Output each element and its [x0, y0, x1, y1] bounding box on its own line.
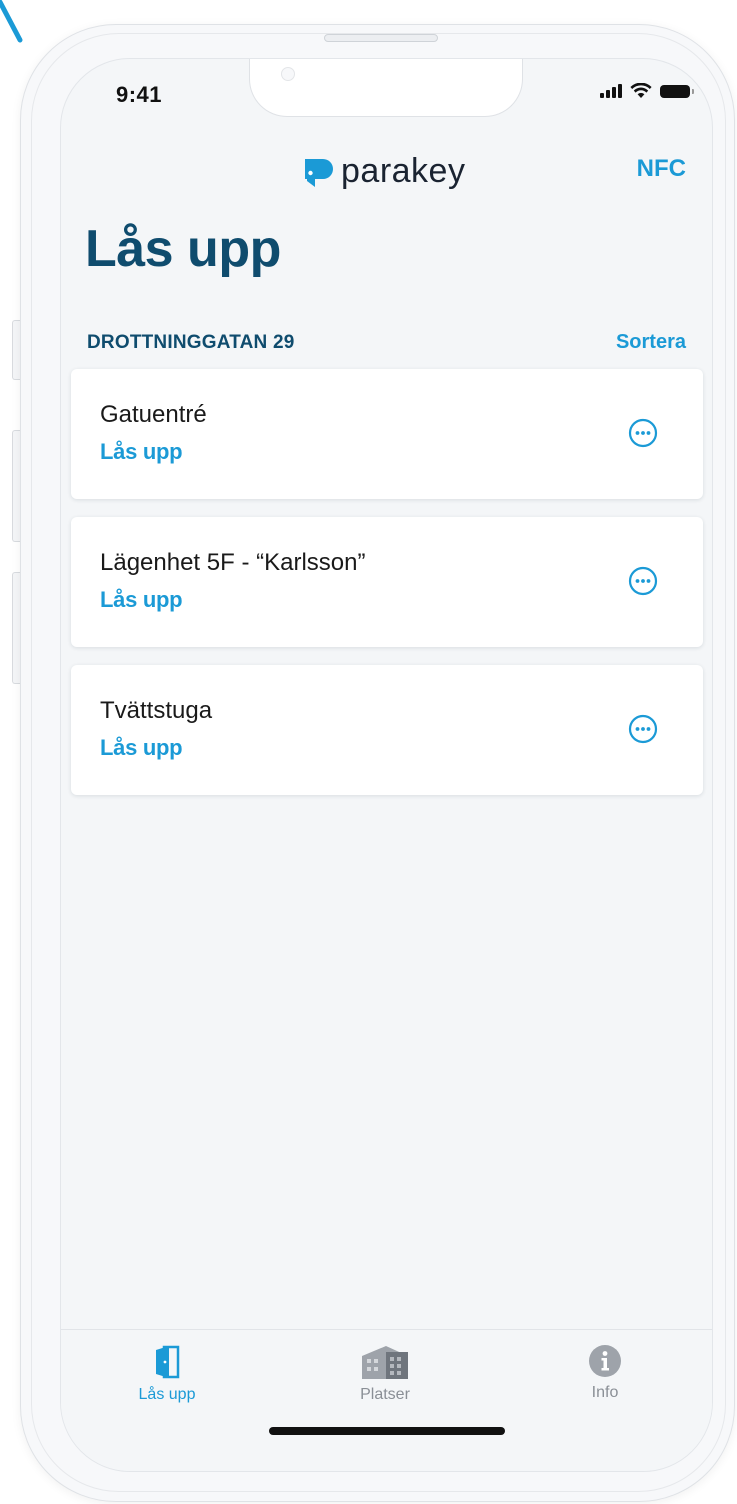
status-icons: [600, 83, 694, 99]
tab-label: Platser: [360, 1386, 410, 1403]
brand-logo: parakey: [301, 152, 465, 191]
door-name: Tvättstuga: [100, 697, 213, 724]
tab-platser[interactable]: Platser: [325, 1330, 445, 1430]
door-icon: [156, 1345, 180, 1379]
door-card-tvattstuga[interactable]: Tvättstuga Lås upp: [71, 665, 703, 795]
door-card-lagenhet[interactable]: Lägenhet 5F - “Karlsson” Lås upp: [71, 517, 703, 647]
page-title: Lås upp: [85, 220, 281, 278]
device-volume-up: [12, 430, 20, 542]
home-indicator: [269, 1427, 505, 1435]
notch: [249, 59, 523, 117]
decorative-stroke: [0, 0, 23, 43]
tab-label: Lås upp: [138, 1386, 196, 1403]
unlock-link[interactable]: Lås upp: [100, 439, 183, 465]
parakey-logo-icon: [305, 158, 333, 187]
door-name: Lägenhet 5F - “Karlsson”: [100, 549, 366, 576]
section-header: DROTTNINGGATAN 29 Sortera: [87, 331, 686, 354]
brand-name: parakey: [341, 152, 466, 190]
unlock-link[interactable]: Lås upp: [100, 735, 183, 761]
more-options-icon[interactable]: [628, 566, 658, 596]
door-card-gatuentre[interactable]: Gatuentré Lås upp: [71, 369, 703, 499]
tab-las-upp[interactable]: Lås upp: [107, 1330, 227, 1430]
canvas: 9:41 parakey NFC Lås upp DROTTNINGGATAN …: [0, 0, 737, 1504]
battery-icon: [660, 84, 694, 98]
unlock-link[interactable]: Lås upp: [100, 587, 183, 613]
info-icon: [589, 1345, 621, 1377]
door-list: Gatuentré Lås upp Lägenhet 5F - “Karlsso…: [71, 369, 703, 813]
more-options-icon[interactable]: [628, 418, 658, 448]
device-silent-switch: [12, 320, 20, 380]
speaker-slot: [324, 34, 438, 42]
sort-button[interactable]: Sortera: [616, 331, 686, 354]
building-icon: [362, 1346, 408, 1379]
nfc-button[interactable]: NFC: [637, 155, 686, 183]
tab-info[interactable]: Info: [545, 1330, 665, 1430]
device-volume-down: [12, 572, 20, 684]
door-name: Gatuentré: [100, 401, 207, 428]
status-time: 9:41: [116, 82, 163, 107]
cellular-signal-icon: [600, 84, 622, 98]
phone-screen: 9:41 parakey NFC Lås upp DROTTNINGGATAN …: [60, 58, 713, 1472]
more-options-icon[interactable]: [628, 714, 658, 744]
location-title: DROTTNINGGATAN 29: [87, 331, 295, 353]
tab-bar: Lås upp Platser Info: [61, 1329, 712, 1471]
camera-dot: [281, 67, 295, 81]
wifi-icon: [630, 83, 652, 98]
tab-label: Info: [591, 1384, 619, 1401]
